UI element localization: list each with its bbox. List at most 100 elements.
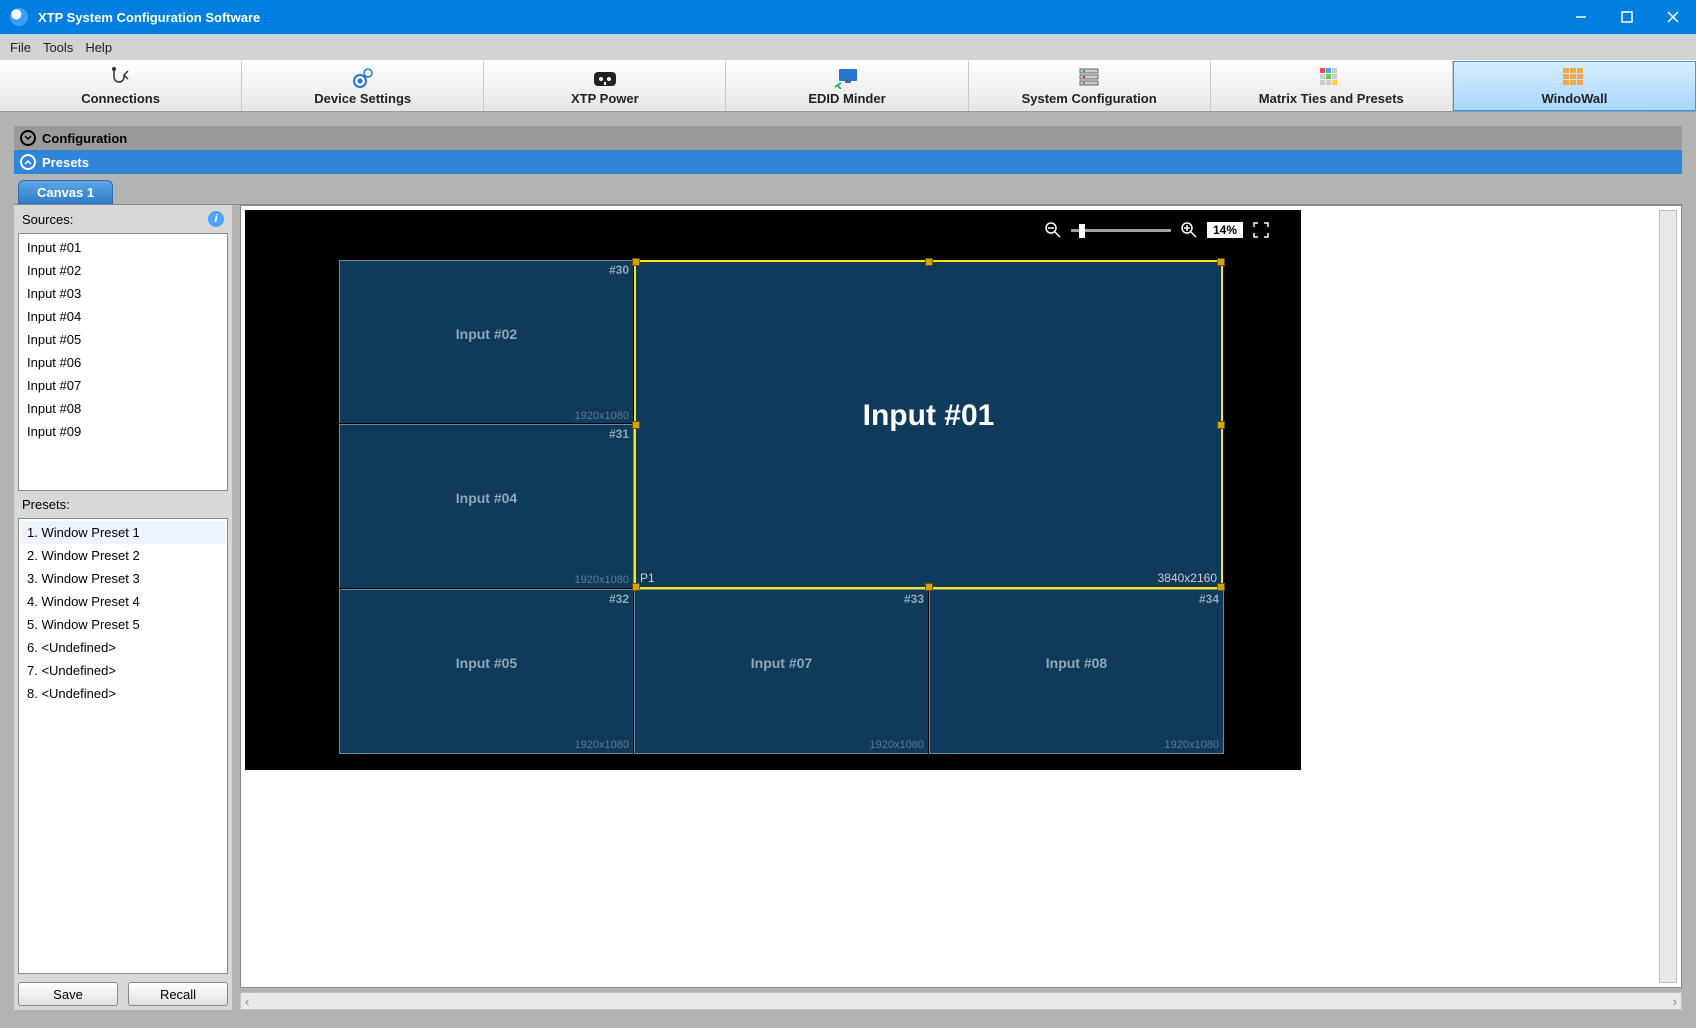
resize-handle-n[interactable]: [925, 258, 933, 266]
chevron-up-icon: [20, 154, 36, 170]
preset-item[interactable]: 3. Window Preset 3: [21, 567, 225, 590]
toolbar: Connections Device Settings XTP Power ED…: [0, 60, 1696, 112]
resize-handle-nw[interactable]: [632, 258, 640, 266]
app-icon: [10, 8, 28, 26]
tab-connections[interactable]: Connections: [0, 61, 242, 111]
wall-cell-31[interactable]: #31 Input #04 1920x1080: [339, 424, 634, 589]
close-button[interactable]: [1650, 0, 1696, 34]
tab-system-configuration-label: System Configuration: [1022, 91, 1157, 106]
source-item[interactable]: Input #07: [21, 374, 225, 397]
panel-configuration-label: Configuration: [42, 131, 127, 146]
windowall-icon: [1562, 67, 1586, 89]
resize-handle-s[interactable]: [925, 583, 933, 591]
source-item[interactable]: Input #04: [21, 305, 225, 328]
cell-id: #33: [904, 592, 924, 606]
cell-input-label: Input #07: [635, 655, 928, 671]
info-icon[interactable]: i: [208, 211, 224, 227]
app-title: XTP System Configuration Software: [38, 10, 1558, 25]
cell-resolution: 1920x1080: [575, 574, 629, 586]
menu-file[interactable]: File: [10, 40, 31, 55]
source-item[interactable]: Input #01: [21, 236, 225, 259]
wall-cell-34[interactable]: #34 Input #08 1920x1080: [929, 589, 1224, 754]
wall-cell-30[interactable]: #30 Input #02 1920x1080: [339, 260, 634, 425]
menu-tools[interactable]: Tools: [43, 40, 73, 55]
preset-item[interactable]: 2. Window Preset 2: [21, 544, 225, 567]
cell-id: #31: [609, 427, 629, 441]
presets-listbox[interactable]: 1. Window Preset 1 2. Window Preset 2 3.…: [18, 518, 228, 974]
chevron-down-icon: [20, 130, 36, 146]
menubar: File Tools Help: [0, 34, 1696, 60]
cell-input-label: Input #02: [340, 326, 633, 342]
resize-handle-e[interactable]: [1217, 421, 1225, 429]
tab-windowall[interactable]: WindoWall: [1453, 61, 1696, 111]
panel-configuration[interactable]: Configuration: [14, 126, 1682, 150]
sources-listbox[interactable]: Input #01 Input #02 Input #03 Input #04 …: [18, 233, 228, 491]
source-item[interactable]: Input #03: [21, 282, 225, 305]
resize-handle-ne[interactable]: [1217, 258, 1225, 266]
canvas-viewport[interactable]: 14% #30 Input #02 1920x1080: [240, 205, 1682, 988]
canvas-tabbar: Canvas 1: [14, 178, 1682, 204]
cell-resolution: 1920x1080: [1165, 739, 1219, 751]
rack-icon: [1076, 67, 1102, 89]
panel-presets[interactable]: Presets: [14, 150, 1682, 174]
zoom-percent-field[interactable]: 14%: [1207, 222, 1243, 238]
zoom-in-icon[interactable]: [1179, 220, 1199, 240]
tab-canvas-1-label: Canvas 1: [37, 185, 94, 200]
selected-preset-label: P1: [640, 571, 655, 585]
cell-id: #34: [1199, 592, 1219, 606]
preset-item[interactable]: 1. Window Preset 1: [21, 521, 225, 544]
zoom-slider[interactable]: [1071, 229, 1171, 232]
tab-canvas-1[interactable]: Canvas 1: [18, 180, 113, 204]
videowall-grid: #30 Input #02 1920x1080 #29 #31 Input #0…: [339, 260, 1223, 754]
resize-handle-se[interactable]: [1217, 583, 1225, 591]
tab-windowall-label: WindoWall: [1541, 91, 1607, 106]
save-button[interactable]: Save: [18, 982, 118, 1006]
cell-input-label: Input #08: [930, 655, 1223, 671]
source-item[interactable]: Input #05: [21, 328, 225, 351]
preset-item[interactable]: 5. Window Preset 5: [21, 613, 225, 636]
tab-edid-minder[interactable]: EDID Minder: [726, 61, 968, 111]
zoom-slider-thumb[interactable]: [1079, 224, 1085, 238]
cell-resolution: 1920x1080: [575, 739, 629, 751]
source-item[interactable]: Input #08: [21, 397, 225, 420]
source-item[interactable]: Input #06: [21, 351, 225, 374]
menu-help[interactable]: Help: [85, 40, 112, 55]
tab-xtp-power[interactable]: XTP Power: [484, 61, 726, 111]
preset-item[interactable]: 6. <Undefined>: [21, 636, 225, 659]
tab-matrix-ties-label: Matrix Ties and Presets: [1259, 91, 1404, 106]
tab-connections-label: Connections: [81, 91, 160, 106]
wall-cell-33[interactable]: #33 Input #07 1920x1080: [634, 589, 929, 754]
zoom-controls: 14%: [1043, 220, 1271, 240]
source-item[interactable]: Input #02: [21, 259, 225, 282]
zoom-out-icon[interactable]: [1043, 220, 1063, 240]
tab-device-settings[interactable]: Device Settings: [242, 61, 484, 111]
tab-system-configuration[interactable]: System Configuration: [969, 61, 1211, 111]
sources-label: Sources:: [22, 212, 73, 227]
vertical-scrollbar[interactable]: [1659, 210, 1677, 983]
resize-handle-w[interactable]: [632, 421, 640, 429]
cell-id: #30: [609, 263, 629, 277]
preset-item[interactable]: 4. Window Preset 4: [21, 590, 225, 613]
maximize-button[interactable]: [1604, 0, 1650, 34]
monitor-icon: [833, 67, 861, 89]
source-item[interactable]: Input #09: [21, 420, 225, 443]
selected-window[interactable]: Input #01 P1 3840x2160: [634, 260, 1223, 589]
wall-cell-32[interactable]: #32 Input #05 1920x1080: [339, 589, 634, 754]
scroll-left-icon[interactable]: ‹: [245, 994, 249, 1009]
tab-device-settings-label: Device Settings: [314, 91, 411, 106]
resize-handle-sw[interactable]: [632, 583, 640, 591]
selected-window-label: Input #01: [636, 399, 1221, 433]
minimize-button[interactable]: [1558, 0, 1604, 34]
recall-button[interactable]: Recall: [128, 982, 228, 1006]
canvas-black: 14% #30 Input #02 1920x1080: [245, 210, 1301, 770]
tab-edid-minder-label: EDID Minder: [808, 91, 885, 106]
preset-item[interactable]: 7. <Undefined>: [21, 659, 225, 682]
horizontal-scrollbar[interactable]: ‹ ›: [240, 992, 1682, 1010]
preset-item[interactable]: 8. <Undefined>: [21, 682, 225, 705]
cell-id: #32: [609, 592, 629, 606]
tab-matrix-ties[interactable]: Matrix Ties and Presets: [1211, 61, 1453, 111]
fullscreen-icon[interactable]: [1251, 220, 1271, 240]
scroll-right-icon[interactable]: ›: [1673, 994, 1677, 1009]
sidebar: Sources: i Input #01 Input #02 Input #03…: [14, 205, 232, 1010]
selected-size-label: 3840x2160: [1158, 571, 1217, 585]
